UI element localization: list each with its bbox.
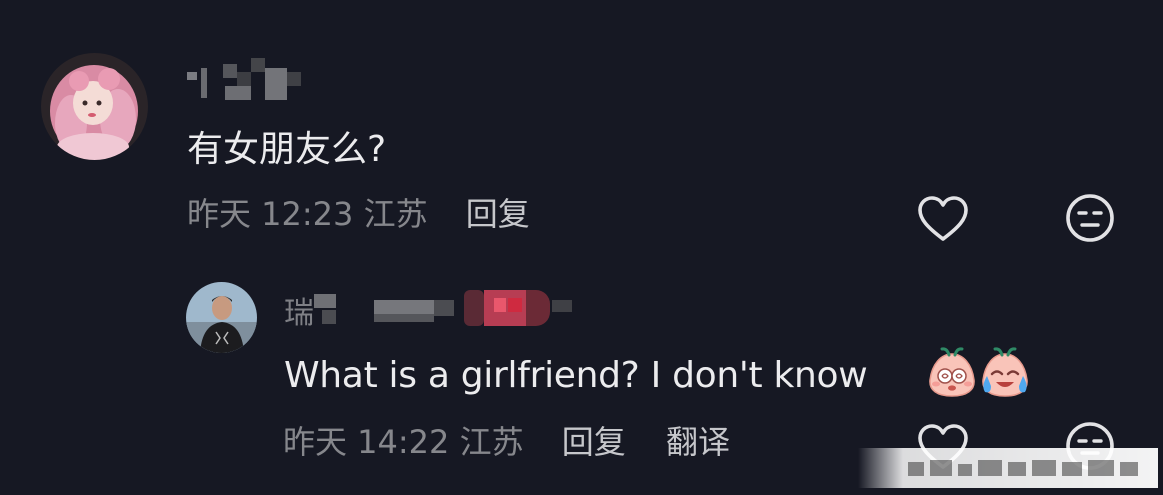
reply-button[interactable]: 回复 <box>466 195 530 233</box>
comment-time: 昨天 12:23 <box>187 195 354 233</box>
comment-meta: 昨天 12:23 江苏 回复 <box>187 198 530 230</box>
unimpressed-face-icon[interactable] <box>1064 192 1116 244</box>
avatar[interactable] <box>41 53 148 160</box>
comment-text: What is a girlfriend? I don't know <box>284 355 868 396</box>
comment-time: 昨天 14:22 <box>283 423 450 461</box>
watermark <box>858 448 1158 488</box>
username-visible-part: 瑞 <box>284 296 314 331</box>
username-blurred[interactable]: 瑞 <box>284 284 584 334</box>
avatar[interactable] <box>186 282 257 353</box>
comment-location: 江苏 <box>459 423 524 461</box>
comment-meta: 昨天 14:22 江苏 回复 翻译 <box>283 426 730 458</box>
translate-button[interactable]: 翻译 <box>666 423 730 461</box>
username-blurred[interactable] <box>187 58 317 102</box>
username-mosaic <box>187 58 317 102</box>
comment-location: 江苏 <box>363 195 428 233</box>
comment-text: 有女朋友么? <box>187 129 387 170</box>
dizzy-face-emoji <box>925 346 979 398</box>
reply-button[interactable]: 回复 <box>562 423 626 461</box>
crying-face-emoji <box>978 346 1032 398</box>
heart-outline-icon[interactable] <box>917 195 969 243</box>
username-mosaic <box>314 284 584 334</box>
